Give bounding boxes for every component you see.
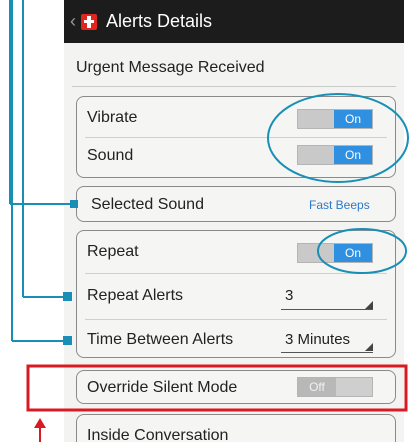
dropdown-underline xyxy=(281,352,373,353)
repeat-group: Repeat On Repeat Alerts 3 Time Between A… xyxy=(76,230,396,358)
red-arrow-icon xyxy=(34,418,46,442)
repeat-alerts-label: Repeat Alerts xyxy=(87,287,184,304)
back-chevron-icon[interactable]: ‹ xyxy=(70,11,76,32)
time-between-alerts-label: Time Between Alerts xyxy=(87,331,234,348)
dropdown-arrow-icon xyxy=(365,343,373,351)
vibrate-toggle[interactable]: On xyxy=(297,109,373,129)
inside-conversation-label: Inside Conversation xyxy=(87,427,229,442)
inside-conversation-row[interactable]: Inside Conversation xyxy=(76,414,396,442)
vibrate-toggle-state: On xyxy=(334,110,372,128)
override-silent-mode-toggle[interactable]: Off xyxy=(297,377,373,397)
title-bar: ‹ Alerts Details xyxy=(64,0,404,43)
row-separator xyxy=(85,273,387,274)
sound-label: Sound xyxy=(87,147,134,164)
selected-sound-value[interactable]: Fast Beeps xyxy=(309,198,370,212)
phone-screen: ‹ Alerts Details Urgent Message Received… xyxy=(64,0,404,442)
selected-sound-row[interactable]: Selected Sound Fast Beeps xyxy=(76,186,396,222)
repeat-label: Repeat xyxy=(87,243,139,260)
dropdown-underline xyxy=(281,309,373,310)
vibrate-label: Vibrate xyxy=(87,109,138,126)
page-title: Alerts Details xyxy=(106,11,213,31)
override-silent-mode-label: Override Silent Mode xyxy=(87,379,238,396)
row-separator xyxy=(85,137,387,138)
section-header: Urgent Message Received xyxy=(76,59,265,76)
dropdown-arrow-icon xyxy=(365,301,373,309)
override-silent-mode-toggle-state: Off xyxy=(298,378,336,396)
time-between-alerts-value: 3 Minutes xyxy=(285,331,351,348)
repeat-toggle-state: On xyxy=(334,244,372,262)
sound-toggle-state: On xyxy=(334,146,372,164)
repeat-alerts-value: 3 xyxy=(285,287,294,304)
sound-toggle[interactable]: On xyxy=(297,145,373,165)
selected-sound-label: Selected Sound xyxy=(91,196,204,213)
section-divider xyxy=(72,86,396,87)
row-separator xyxy=(85,319,387,320)
override-silent-mode-row: Override Silent Mode Off xyxy=(76,370,396,404)
app-logo-icon xyxy=(81,13,97,30)
vibrate-sound-group: Vibrate On Sound On xyxy=(76,96,396,178)
repeat-toggle[interactable]: On xyxy=(297,243,373,263)
